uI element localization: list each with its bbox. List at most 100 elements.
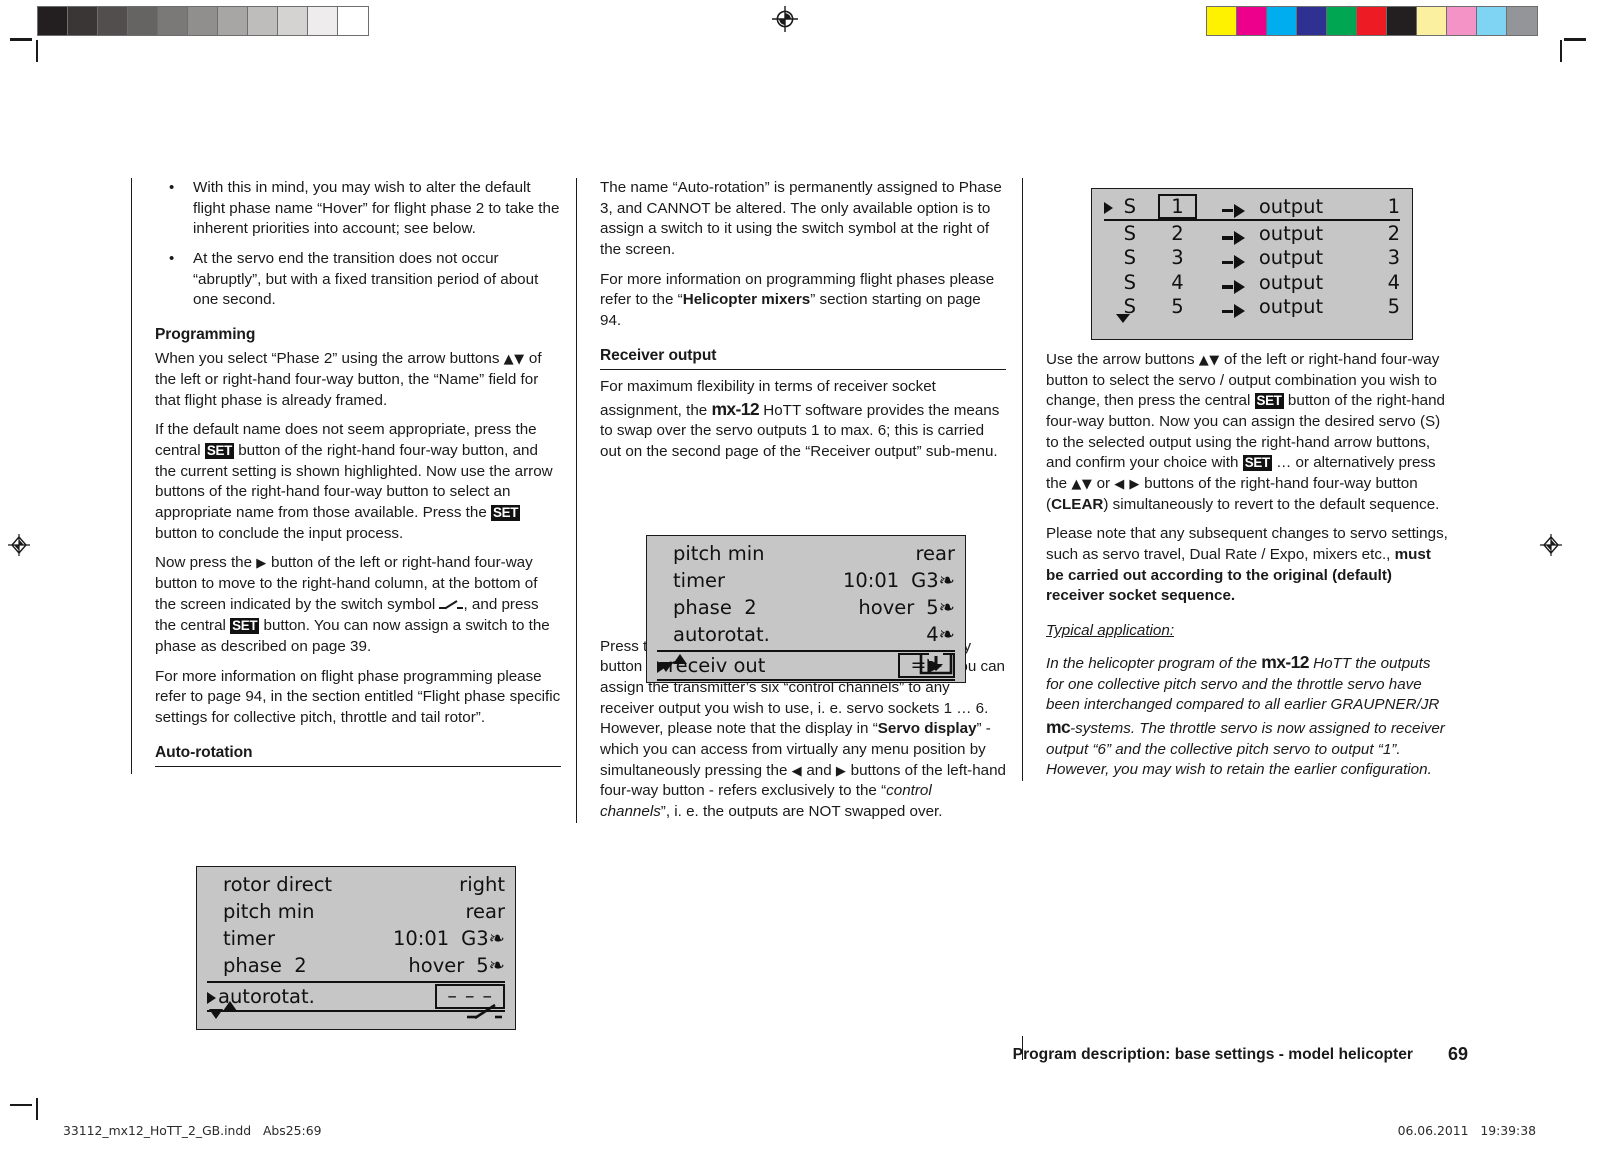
arrow-to-icon xyxy=(1208,271,1259,294)
servo-number: 2 xyxy=(1171,221,1184,245)
lcd-footer xyxy=(197,996,515,1026)
set-button-key: SET xyxy=(230,618,260,635)
lcd-screen-autorotation: rotor direct right pitch min rear timer … xyxy=(196,866,516,1030)
lcd-row-value: G3❧ xyxy=(911,569,955,592)
text-run: Now press the xyxy=(155,554,257,572)
left-right-arrow-icon: ◀ ▶ xyxy=(1114,477,1140,493)
servo-label: S xyxy=(1123,221,1136,245)
output-label: output xyxy=(1258,194,1324,218)
set-button-key: SET xyxy=(204,442,234,459)
scroll-down-icon[interactable] xyxy=(1116,313,1130,323)
servo-label: S xyxy=(1123,194,1136,218)
switch-symbol-icon xyxy=(439,596,464,617)
text-run: ) simultaneously to revert to the defaul… xyxy=(1103,495,1440,513)
nav-up-down-icon[interactable] xyxy=(659,653,699,675)
product-name: mx-12 xyxy=(711,398,760,419)
lcd-row[interactable]: timer 10:01 G3❧ xyxy=(657,569,955,596)
set-button-key: SET xyxy=(1242,455,1272,472)
bullet-icon: • xyxy=(169,179,175,196)
servo-number-box[interactable]: 1 xyxy=(1147,193,1208,219)
bold-run: Helicopter mixers xyxy=(682,291,811,309)
servo-number: 4 xyxy=(1171,270,1184,294)
lcd-row-value: 4❧ xyxy=(926,623,955,646)
colophon-timestamp: 06.06.2011 19:39:38 xyxy=(1397,1123,1536,1138)
output-number: 4 xyxy=(1387,270,1400,294)
lcd-row-label: pitch min xyxy=(223,900,315,923)
paragraph: For maximum flexibility in terms of rece… xyxy=(600,377,1006,463)
lcd-row-mid: hover xyxy=(408,954,465,977)
lcd-footer xyxy=(647,649,965,679)
paragraph: Now press the ▶ button of the left or ri… xyxy=(155,553,561,657)
lcd-screen-output-assignment: S 1 output 1 S 2 output 2 S 3 output 3 S… xyxy=(1091,188,1413,340)
lcd-row[interactable]: phase 2 hover 5❧ xyxy=(657,596,955,623)
bullet-text: With this in mind, you may wish to alter… xyxy=(193,179,560,238)
paragraph: If the default name does not seem approp… xyxy=(155,420,561,544)
up-down-arrow-icon: ▲▼ xyxy=(1071,477,1093,493)
lcd-row-label: phase 2 xyxy=(673,596,757,619)
lcd-footer xyxy=(1092,303,1412,333)
output-number: 2 xyxy=(1387,221,1400,245)
paragraph: Please note that any subsequent changes … xyxy=(1046,524,1452,607)
list-item: • With this in mind, you may wish to alt… xyxy=(155,178,561,240)
lcd-row[interactable]: pitch min rear xyxy=(657,542,955,569)
lcd-row[interactable]: timer 10:01 G3❧ xyxy=(207,927,505,954)
bullet-text: At the servo end the transition does not… xyxy=(193,250,539,309)
paragraph: The name “Auto-rotation” is permanently … xyxy=(600,179,1002,259)
output-row[interactable]: S 1 output 1 xyxy=(1104,193,1400,221)
list-item: • At the servo end the transition does n… xyxy=(155,249,561,311)
lcd-row-mid: 10:01 xyxy=(842,569,900,592)
nav-up-down-icon[interactable] xyxy=(209,1000,249,1022)
output-row[interactable]: S 2 output 2 xyxy=(1104,221,1400,246)
column-one: • With this in mind, you may wish to alt… xyxy=(131,178,561,774)
lcd-row-value: 5❧ xyxy=(476,954,505,977)
lcd-row-label: phase 2 xyxy=(223,954,307,977)
lcd-row-list: rotor direct right pitch min rear timer … xyxy=(197,867,515,1012)
servo-label: S xyxy=(1123,270,1136,294)
save-to-memory-icon[interactable] xyxy=(919,652,953,676)
arrow-to-icon xyxy=(1208,194,1259,218)
lcd-row-label: pitch min xyxy=(673,542,765,565)
lcd-screen-receiver-output: pitch min rear timer 10:01 G3❧ phase 2 h… xyxy=(646,535,966,683)
lcd-row[interactable]: rotor direct right xyxy=(207,873,505,900)
bullet-list: • With this in mind, you may wish to alt… xyxy=(155,178,561,311)
lcd-row[interactable]: pitch min rear xyxy=(207,900,505,927)
text-run: button to conclude the input process. xyxy=(155,524,404,542)
output-label: output xyxy=(1258,246,1324,270)
lcd-row-value: rear xyxy=(465,900,505,923)
heading-receiver-output: Receiver output xyxy=(600,345,1006,370)
lcd-row[interactable]: autorotat. 4❧ xyxy=(657,623,955,650)
servo-label: S xyxy=(1123,246,1136,270)
lcd-row-value: G3❧ xyxy=(461,927,505,950)
right-arrow-icon: ▶ xyxy=(256,556,267,572)
output-label: output xyxy=(1258,270,1324,294)
text-run: ”, i. e. the outputs are NOT swapped ove… xyxy=(660,803,943,821)
bold-run: Servo display xyxy=(877,720,977,738)
text-run: In the helicopter program of the xyxy=(1046,654,1262,672)
up-down-arrow-icon: ▲▼ xyxy=(503,352,525,368)
text-run: or xyxy=(1092,475,1115,493)
colophon-filename: 33112_mx12_HoTT_2_GB.indd Abs25:69 xyxy=(63,1123,322,1138)
paragraph: When you select “Phase 2” using the arro… xyxy=(155,349,561,411)
output-row[interactable]: S 3 output 3 xyxy=(1104,246,1400,271)
up-down-arrow-icon: ▲▼ xyxy=(1198,353,1220,368)
output-number: 1 xyxy=(1387,194,1400,218)
lcd-row-value: rear xyxy=(915,542,955,565)
manual-page: • With this in mind, you may wish to alt… xyxy=(0,0,1599,1168)
paragraph: For more information on flight phase pro… xyxy=(155,667,561,726)
set-button-key: SET xyxy=(491,504,521,521)
right-arrow-icon: ▶ xyxy=(835,763,847,779)
text-run: Please note that any subsequent changes … xyxy=(1046,525,1448,564)
lcd-row-label: rotor direct xyxy=(223,873,333,896)
bullet-icon: • xyxy=(169,250,175,268)
lcd-row[interactable]: phase 2 hover 5❧ xyxy=(207,954,505,981)
text-run: When you select “Phase 2” using the arro… xyxy=(155,350,504,368)
footer-title: Program description: base settings - mod… xyxy=(1012,1046,1413,1063)
product-name: mc xyxy=(1046,716,1071,737)
lcd-row-label: timer xyxy=(223,927,276,950)
lcd-row-label: autorotat. xyxy=(673,623,770,646)
text-run: Use the arrow buttons xyxy=(1046,351,1199,368)
text-run: and xyxy=(802,761,836,779)
arrow-to-icon xyxy=(1208,246,1259,270)
lcd-row-label: timer xyxy=(673,569,726,592)
output-row[interactable]: S 4 output 4 xyxy=(1104,270,1400,295)
